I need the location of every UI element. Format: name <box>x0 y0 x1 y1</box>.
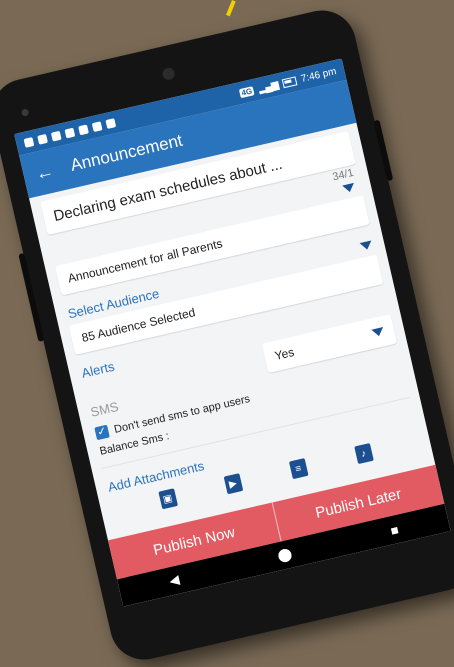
mail-icon <box>64 127 76 138</box>
chevron-down-icon <box>371 327 385 338</box>
sms-label: SMS <box>89 398 120 420</box>
front-camera <box>161 66 176 81</box>
document-icon[interactable]: ≡ <box>288 458 309 480</box>
chat-icon <box>37 133 48 145</box>
mail-icon <box>78 123 89 135</box>
clock: 7:46 pm <box>299 65 338 85</box>
mail-icon <box>105 117 117 129</box>
video-icon[interactable]: ▶ <box>223 473 243 495</box>
speaker-dot <box>20 108 30 117</box>
announcement-form: Declaring exam schedules about ... 34/1 … <box>29 123 434 537</box>
background-accent-line <box>226 0 236 17</box>
audio-icon[interactable]: ♪ <box>353 443 374 465</box>
mail-icon <box>50 130 62 142</box>
arrow-left-icon[interactable]: ← <box>33 160 55 185</box>
phone-device: 4G ▂▄▆ 7:46 pm ← Announcement Declaring … <box>0 3 454 667</box>
sms-value: Yes <box>273 344 296 363</box>
mail-icon <box>91 120 103 132</box>
signal-icon: ▂▄▆ <box>257 79 279 95</box>
back-nav-icon[interactable]: ◀ <box>168 572 181 590</box>
dont-send-checkbox[interactable]: ✓ <box>94 424 110 441</box>
chevron-down-icon[interactable] <box>359 239 373 251</box>
message-icon <box>23 136 35 148</box>
home-nav-icon[interactable]: ⬤ <box>276 546 294 565</box>
network-badge: 4G <box>238 85 255 98</box>
chevron-down-icon <box>342 182 356 194</box>
battery-icon <box>281 75 298 88</box>
power-button <box>373 119 394 182</box>
recents-nav-icon[interactable]: ■ <box>389 521 400 537</box>
screen: 4G ▂▄▆ 7:46 pm ← Announcement Declaring … <box>14 58 451 607</box>
volume-button <box>18 252 45 342</box>
image-icon[interactable]: ▣ <box>157 488 178 510</box>
